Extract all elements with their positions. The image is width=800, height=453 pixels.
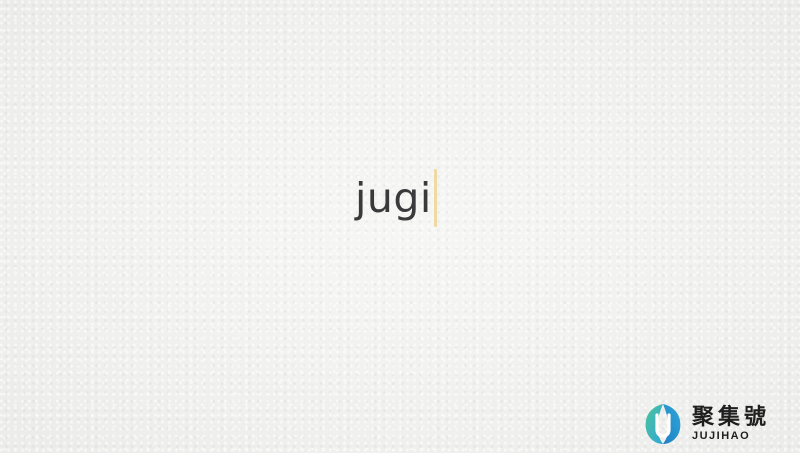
- watermark-text: 聚集號 JUJIHAO: [692, 405, 770, 442]
- jujihao-logo-icon: [645, 404, 681, 444]
- text-caret: [433, 169, 437, 227]
- watermark-name-cn: 聚集號: [692, 404, 771, 431]
- text-input-area[interactable]: jugi: [355, 168, 437, 228]
- typed-text: jugi: [355, 173, 432, 222]
- paper-background: jugi 聚集號 JUJIHAO: [0, 0, 800, 453]
- watermark-name-en: JUJIHAO: [692, 429, 751, 442]
- watermark-logo: 聚集號 JUJIHAO: [640, 401, 790, 447]
